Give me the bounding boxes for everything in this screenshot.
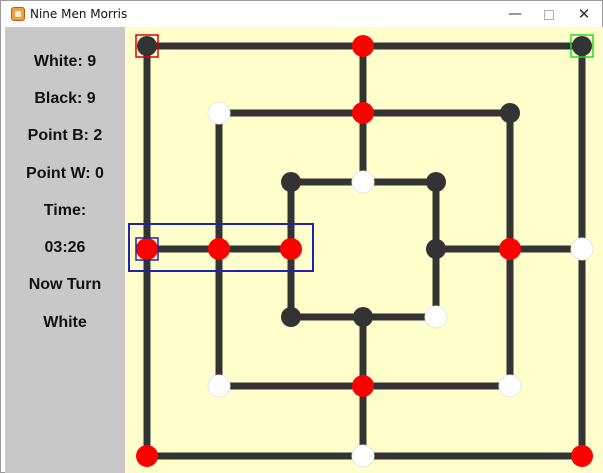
game-board[interactable]	[125, 27, 603, 473]
turn-value: White	[43, 314, 87, 331]
white-piece-e3[interactable]	[424, 305, 448, 329]
red-piece-b4[interactable]	[208, 238, 230, 260]
title-bar[interactable]: Nine Men Morris — ✕	[1, 1, 602, 27]
black-piece-g7[interactable]	[572, 36, 592, 56]
status-sidebar: White: 9 Black: 9 Point B: 2 Point W: 0 …	[5, 27, 125, 473]
red-piece-c4[interactable]	[280, 238, 302, 260]
time-value: 03:26	[44, 239, 86, 256]
board-game-icon	[11, 7, 25, 21]
white-count: White: 9	[33, 53, 97, 70]
white-piece-d1[interactable]	[351, 444, 375, 468]
black-count: Black: 9	[34, 90, 96, 107]
black-piece-c5[interactable]	[281, 172, 301, 192]
maximize-icon	[544, 10, 554, 20]
white-piece-b2[interactable]	[207, 374, 231, 398]
black-piece-e4[interactable]	[426, 239, 446, 259]
window-title: Nine Men Morris	[30, 7, 128, 21]
red-piece-f4[interactable]	[499, 238, 521, 260]
white-piece-f2[interactable]	[498, 374, 522, 398]
red-piece-a4[interactable]	[136, 238, 158, 260]
white-piece-g4[interactable]	[570, 237, 594, 261]
black-piece-d3[interactable]	[353, 307, 373, 327]
board-canvas[interactable]	[125, 27, 603, 473]
black-piece-f6[interactable]	[500, 103, 520, 123]
minimize-button[interactable]: —	[498, 1, 532, 27]
game-window: Nine Men Morris — ✕ White: 9 Black: 9 Po…	[0, 0, 603, 473]
red-piece-d2[interactable]	[352, 375, 374, 397]
red-piece-d7[interactable]	[352, 35, 374, 57]
red-piece-a1[interactable]	[136, 445, 158, 467]
time-label: Time:	[43, 202, 87, 219]
black-piece-a7[interactable]	[137, 36, 157, 56]
maximize-button[interactable]	[532, 1, 566, 27]
point-b: Point B: 2	[27, 127, 103, 144]
black-piece-c3[interactable]	[281, 307, 301, 327]
close-icon: ✕	[577, 5, 591, 23]
white-piece-d5[interactable]	[351, 170, 375, 194]
black-piece-e5[interactable]	[426, 172, 446, 192]
red-piece-g1[interactable]	[571, 445, 593, 467]
close-button[interactable]: ✕	[567, 1, 601, 27]
red-piece-d6[interactable]	[352, 102, 374, 124]
minimize-icon: —	[508, 6, 522, 22]
turn-label: Now Turn	[28, 276, 102, 293]
point-w: Point W: 0	[26, 165, 104, 182]
white-piece-b6[interactable]	[207, 101, 231, 125]
